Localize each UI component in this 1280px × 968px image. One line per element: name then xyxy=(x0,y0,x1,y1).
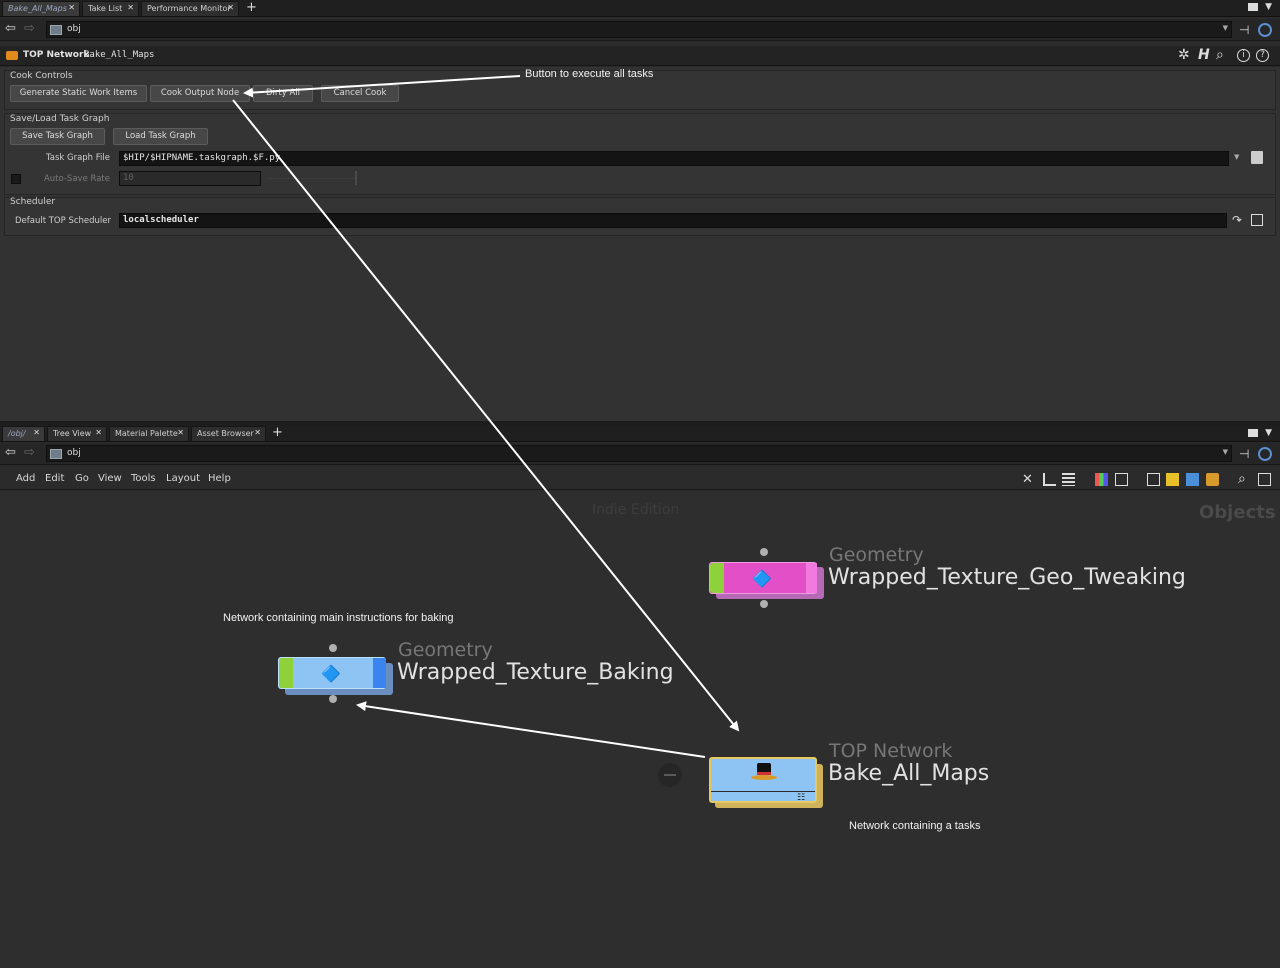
annotation-arrows xyxy=(232,75,740,758)
arrow-to-top-network xyxy=(232,99,740,732)
arrow-to-cook-button xyxy=(243,75,521,98)
arrow-to-baking-node xyxy=(356,701,706,758)
